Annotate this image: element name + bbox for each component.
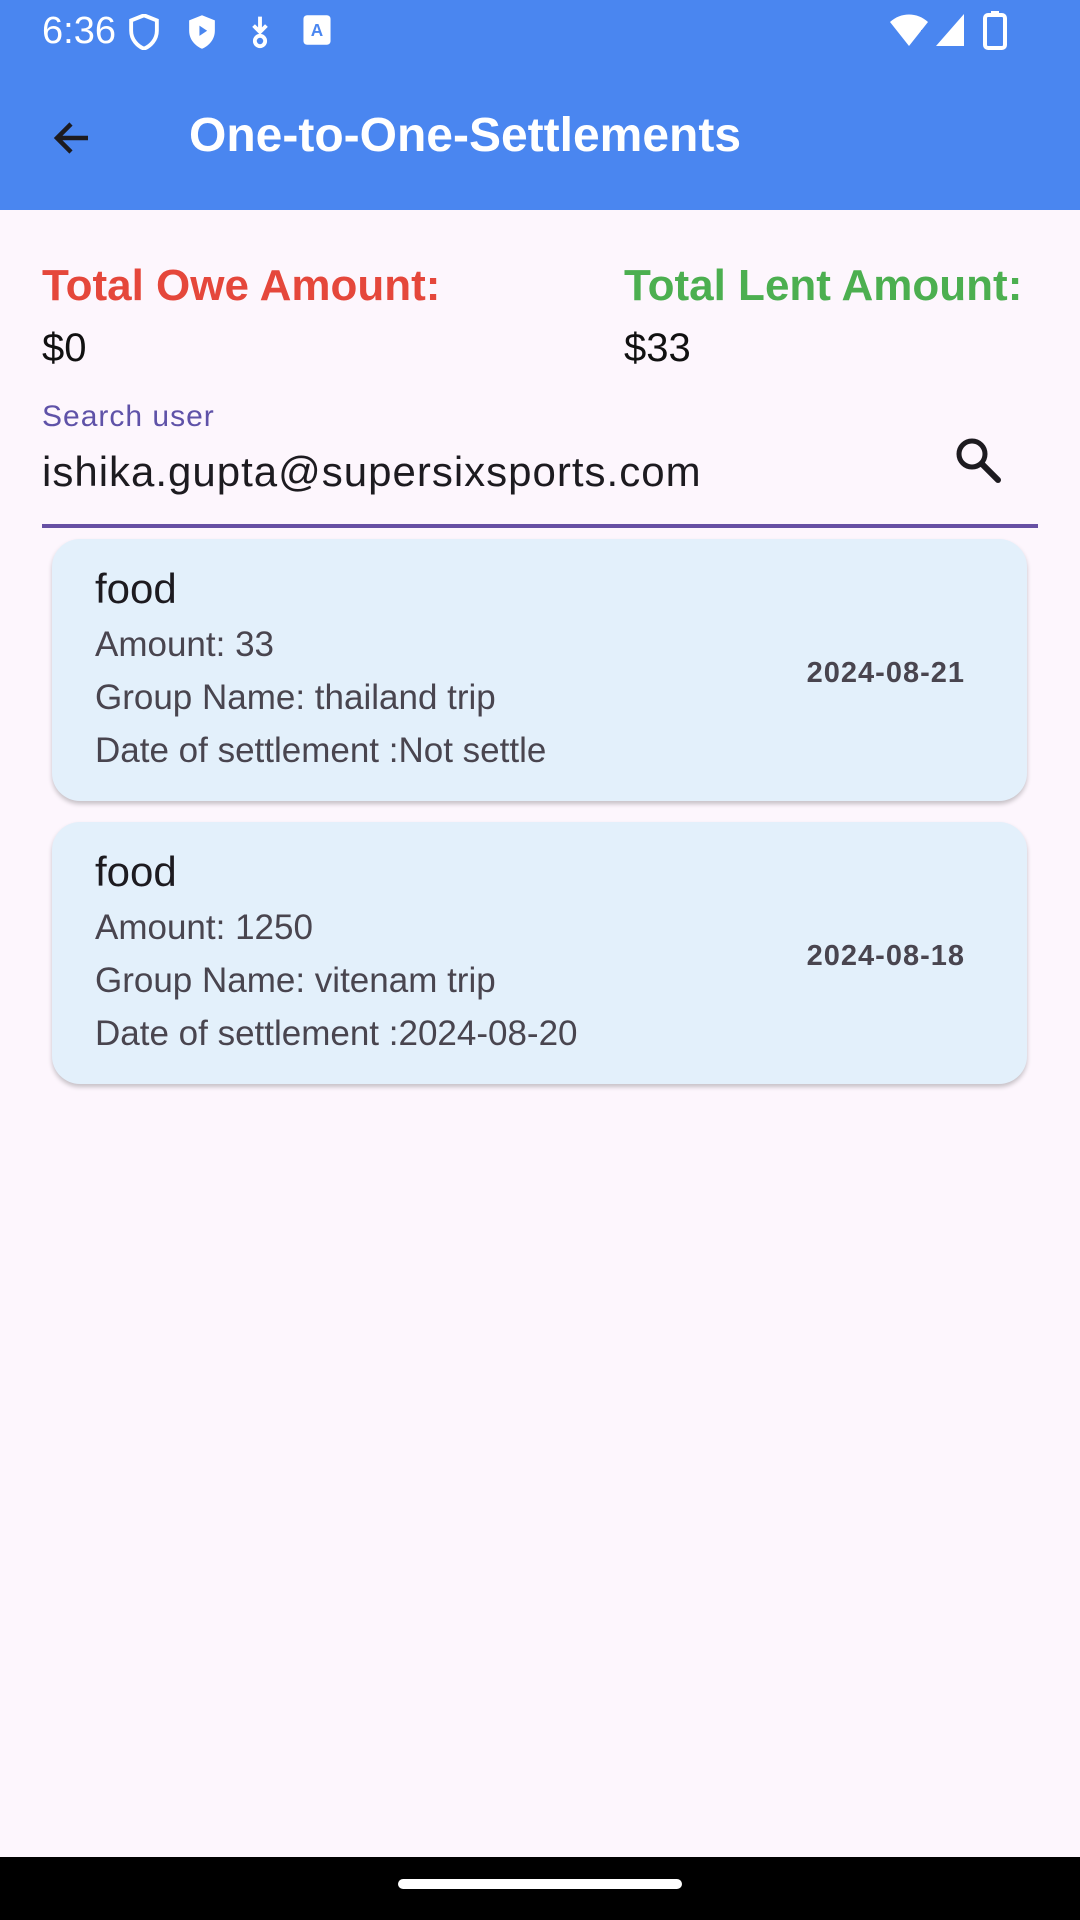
total-lent-label: Total Lent Amount: bbox=[624, 261, 1023, 310]
settlement-date: 2024-08-18 bbox=[806, 940, 965, 972]
system-nav-bar bbox=[0, 1857, 1080, 1920]
page-title: One-to-One-Settlements bbox=[189, 109, 742, 162]
totals-summary: Total Owe Amount: $0 Total Lent Amount: … bbox=[0, 258, 1080, 378]
status-bar: 6:36 A bbox=[0, 0, 1080, 62]
settlement-title: food bbox=[95, 848, 177, 895]
settlement-title: food bbox=[95, 565, 177, 612]
settlement-date: 2024-08-21 bbox=[806, 657, 965, 689]
status-time: 6:36 bbox=[42, 10, 116, 52]
font-download-icon: A bbox=[302, 14, 332, 51]
search-field: Search user bbox=[42, 396, 1038, 530]
total-owe-label: Total Owe Amount: bbox=[42, 261, 441, 310]
search-label: Search user bbox=[42, 400, 215, 433]
download-dot-icon bbox=[246, 14, 274, 55]
svg-text:A: A bbox=[311, 20, 323, 40]
settlement-group: Group Name: vitenam trip bbox=[95, 961, 496, 1000]
settlement-status: Date of settlement :Not settle bbox=[95, 731, 547, 770]
total-owe-value: $0 bbox=[42, 326, 87, 370]
search-underline bbox=[42, 524, 1038, 528]
wifi-icon bbox=[888, 12, 930, 53]
app-bar: One-to-One-Settlements bbox=[0, 62, 1080, 210]
shield-outline-icon bbox=[128, 13, 160, 55]
search-input[interactable] bbox=[42, 444, 902, 500]
back-button[interactable] bbox=[34, 102, 110, 178]
settlement-card[interactable]: food Amount: 33 Group Name: thailand tri… bbox=[52, 539, 1027, 801]
signal-icon bbox=[934, 12, 966, 53]
settlement-amount: Amount: 33 bbox=[95, 625, 274, 664]
total-lent-value: $33 bbox=[624, 326, 691, 370]
settlement-group: Group Name: thailand trip bbox=[95, 678, 496, 717]
home-gesture-handle[interactable] bbox=[398, 1879, 682, 1889]
battery-icon bbox=[983, 10, 1007, 55]
shield-play-icon bbox=[186, 14, 218, 55]
arrow-back-icon bbox=[48, 114, 96, 167]
settlement-card[interactable]: food Amount: 1250 Group Name: vitenam tr… bbox=[52, 822, 1027, 1084]
search-icon bbox=[952, 434, 1004, 491]
settlement-amount: Amount: 1250 bbox=[95, 908, 313, 947]
search-button[interactable] bbox=[940, 424, 1016, 500]
settlement-status: Date of settlement :2024-08-20 bbox=[95, 1014, 578, 1053]
